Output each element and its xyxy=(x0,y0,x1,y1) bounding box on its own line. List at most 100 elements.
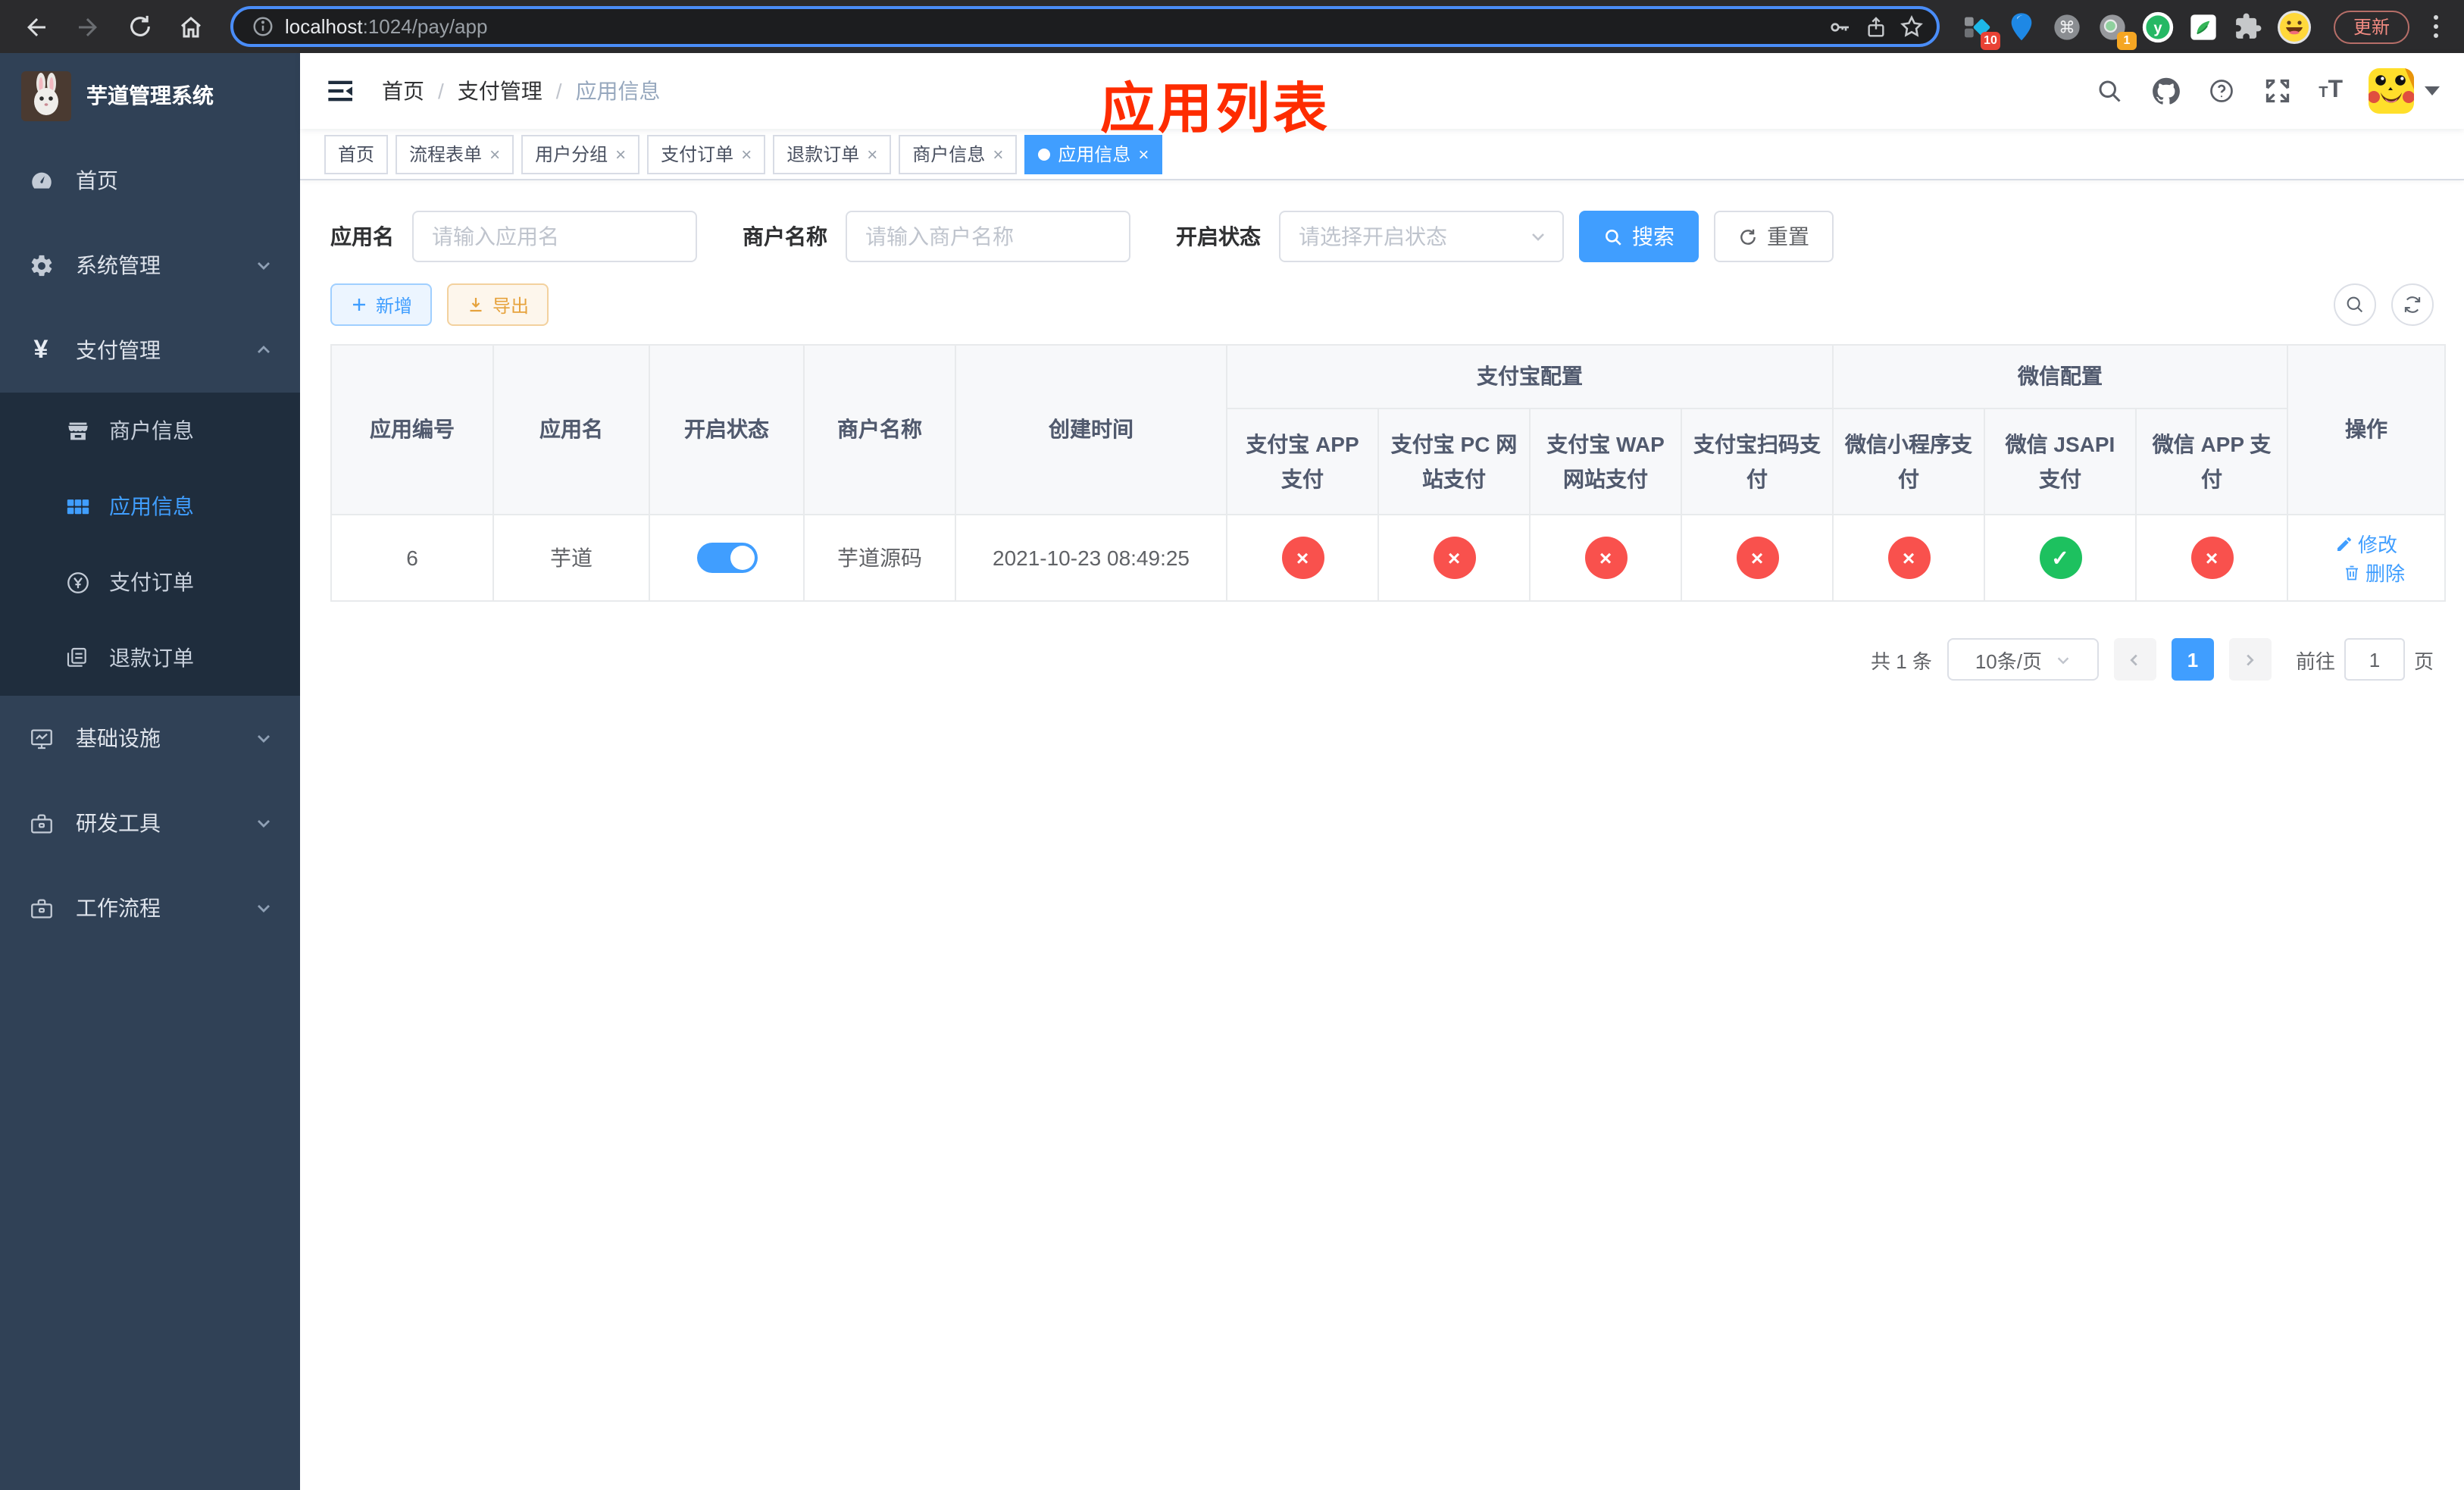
tab-refund-order[interactable]: 退款订单 × xyxy=(773,134,892,174)
close-icon[interactable]: × xyxy=(993,145,1003,163)
help-icon[interactable] xyxy=(2206,76,2237,106)
app-name-input[interactable] xyxy=(412,211,697,262)
close-icon[interactable]: × xyxy=(615,145,626,163)
forward-icon[interactable] xyxy=(67,5,109,48)
sidebar-collapse-icon[interactable] xyxy=(324,74,358,108)
page-content: 应用名 商户名称 开启状态 请选择开启状态 xyxy=(300,180,2464,1490)
extension-blue-diamond-icon[interactable]: 10 xyxy=(1958,8,2000,49)
browser-menu-icon[interactable] xyxy=(2422,8,2449,45)
sidebar-item-dev-tools[interactable]: 研发工具 xyxy=(0,781,300,866)
column-header-alipay-qr: 支付宝扫码支付 xyxy=(1681,408,1834,515)
home-icon[interactable] xyxy=(170,5,212,48)
column-header-wx-jsapi: 微信 JSAPI 支付 xyxy=(1984,408,2137,515)
chevron-down-icon xyxy=(255,814,273,832)
search-form: 应用名 商户名称 开启状态 请选择开启状态 xyxy=(330,211,2434,262)
monitor-chart-icon xyxy=(27,725,55,751)
search-button-label: 搜索 xyxy=(1632,224,1674,249)
app-navbar: 首页 / 支付管理 / 应用信息 应用列表 T T xyxy=(300,53,2464,139)
merchant-name-label: 商户名称 xyxy=(743,224,827,249)
sidebar: 芋道管理系统 首页 系统管理 ¥ 支付管理 商户信息 应用信息 支付订单 退款订… xyxy=(0,53,300,1490)
tab-label: 用户分组 xyxy=(535,144,608,165)
enabled-status-select[interactable]: 请选择开启状态 xyxy=(1279,211,1564,262)
sidebar-item-label: 工作流程 xyxy=(76,896,161,920)
enabled-toggle[interactable] xyxy=(696,543,757,573)
back-icon[interactable] xyxy=(15,5,58,48)
sidebar-item-home[interactable]: 首页 xyxy=(0,138,300,223)
sidebar-item-app-info[interactable]: 应用信息 xyxy=(0,468,300,544)
bookmark-star-icon[interactable] xyxy=(1894,8,1931,45)
chevron-down-icon xyxy=(255,256,273,274)
delete-link[interactable]: 删除 xyxy=(2343,558,2405,587)
group-header-wechat: 微信配置 xyxy=(1832,344,2288,409)
group-header-alipay: 支付宝配置 xyxy=(1226,344,1834,409)
user-menu[interactable] xyxy=(2369,68,2440,114)
reload-icon[interactable] xyxy=(118,5,161,48)
yen-icon: ¥ xyxy=(33,335,48,364)
page-number-button[interactable]: 1 xyxy=(2171,638,2214,681)
sidebar-item-payment[interactable]: ¥ 支付管理 xyxy=(0,308,300,393)
password-key-icon[interactable] xyxy=(1821,8,1858,45)
sidebar-item-pay-order[interactable]: 支付订单 xyxy=(0,544,300,620)
jump-page-input[interactable] xyxy=(2344,638,2405,681)
navbar-actions: TT xyxy=(2094,68,2440,114)
url-text: localhost:1024/pay/app xyxy=(285,15,487,38)
tab-home[interactable]: 首页 xyxy=(324,134,389,174)
sidebar-item-infrastructure[interactable]: 基础设施 xyxy=(0,696,300,781)
svg-text:y: y xyxy=(2153,19,2162,36)
close-icon[interactable]: × xyxy=(489,145,500,163)
close-icon[interactable]: × xyxy=(867,145,877,163)
fullscreen-icon[interactable] xyxy=(2262,76,2293,106)
tab-label: 流程表单 xyxy=(409,144,483,165)
sidebar-item-refund-order[interactable]: 退款订单 xyxy=(0,620,300,696)
extension-recorder-icon[interactable]: 1 xyxy=(2094,8,2137,49)
status-check-icon: ✓ xyxy=(2039,537,2081,579)
close-icon[interactable]: × xyxy=(1138,145,1149,163)
page-size-select[interactable]: 10条/页 xyxy=(1946,638,2099,681)
export-button[interactable]: 导出 xyxy=(447,283,549,326)
close-icon[interactable]: × xyxy=(741,145,752,163)
sidebar-item-label: 商户信息 xyxy=(109,418,194,443)
browser-profile-avatar[interactable] xyxy=(2276,8,2312,45)
app-name-label: 应用名 xyxy=(330,224,394,249)
add-button[interactable]: 新增 xyxy=(330,283,433,326)
extension-command-icon[interactable]: ⌘ xyxy=(2049,8,2085,45)
browser-update-button[interactable]: 更新 xyxy=(2333,10,2409,43)
column-header-alipay-app: 支付宝 APP 支付 xyxy=(1226,408,1379,515)
font-size-icon[interactable]: TT xyxy=(2319,77,2343,105)
breadcrumb-home[interactable]: 首页 xyxy=(382,76,424,106)
app-logo[interactable]: 芋道管理系统 xyxy=(0,53,300,138)
extension-balloon-icon[interactable] xyxy=(2003,8,2040,45)
search-icon[interactable] xyxy=(2094,76,2125,106)
prev-page-button[interactable] xyxy=(2113,638,2156,681)
tab-process-form[interactable]: 流程表单 × xyxy=(396,134,514,174)
github-icon[interactable] xyxy=(2150,76,2181,106)
extension-yuque-icon[interactable]: y xyxy=(2140,8,2176,45)
refresh-button[interactable] xyxy=(2391,283,2434,326)
share-icon[interactable] xyxy=(1858,8,1894,45)
search-button[interactable]: 搜索 xyxy=(1579,211,1699,262)
tab-pay-order[interactable]: 支付订单 × xyxy=(647,134,766,174)
sidebar-item-label: 退款订单 xyxy=(109,646,194,670)
tab-user-group[interactable]: 用户分组 × xyxy=(521,134,640,174)
address-bar[interactable]: localhost:1024/pay/app xyxy=(230,6,1940,47)
sidebar-item-merchant-info[interactable]: 商户信息 xyxy=(0,393,300,468)
edit-pencil-icon xyxy=(2337,537,2351,550)
extensions-puzzle-icon[interactable] xyxy=(2231,8,2267,45)
hide-search-button[interactable] xyxy=(2334,283,2376,326)
extension-grasshopper-icon[interactable] xyxy=(2185,8,2222,45)
merchant-name-input[interactable] xyxy=(846,211,1130,262)
delete-link-label: 删除 xyxy=(2365,562,2405,585)
sidebar-item-system[interactable]: 系统管理 xyxy=(0,223,300,308)
cell-app-name: 芋道 xyxy=(492,514,650,602)
sidebar-item-workflow[interactable]: 工作流程 xyxy=(0,866,300,950)
column-header-wx-app: 微信 APP 支付 xyxy=(2135,408,2288,515)
site-info-icon[interactable] xyxy=(245,10,279,43)
breadcrumb-section[interactable]: 支付管理 xyxy=(458,76,543,106)
jump-prefix: 前往 xyxy=(2295,650,2335,672)
dashboard-icon xyxy=(27,167,55,193)
tab-merchant-info[interactable]: 商户信息 × xyxy=(899,134,1018,174)
reset-button[interactable]: 重置 xyxy=(1714,211,1834,262)
edit-link[interactable]: 修改 xyxy=(2335,529,2397,558)
toolbox-icon xyxy=(27,810,55,836)
next-page-button[interactable] xyxy=(2228,638,2272,681)
